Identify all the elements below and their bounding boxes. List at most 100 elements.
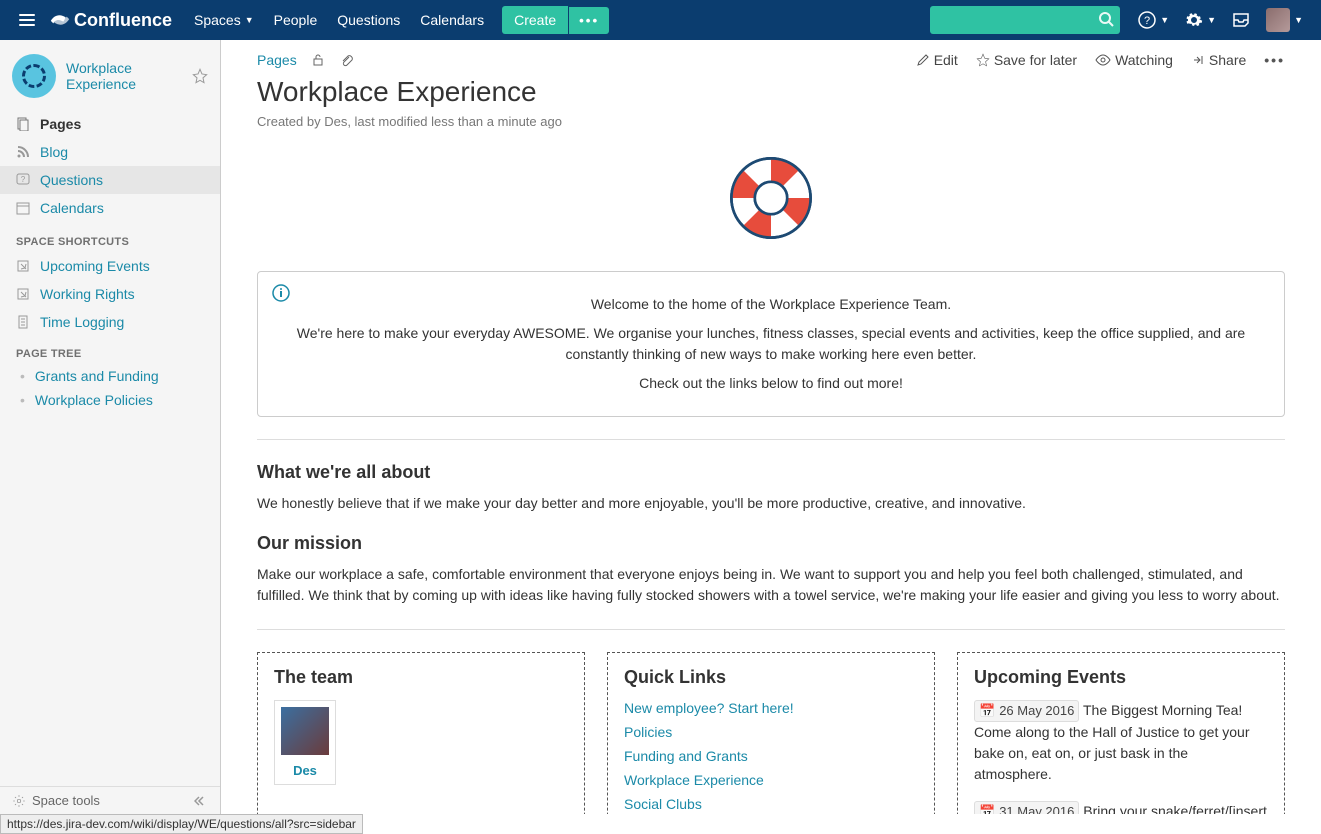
about-heading: What we're all about — [257, 462, 1285, 483]
nav-questions[interactable]: Questions — [327, 2, 410, 38]
event-item: 📅26 May 2016 The Biggest Morning Tea! Co… — [974, 700, 1268, 785]
rss-icon — [16, 145, 34, 159]
sidebar-item-calendars[interactable]: Calendars — [0, 194, 220, 222]
nav-people[interactable]: People — [264, 2, 328, 38]
edit-button[interactable]: Edit — [916, 52, 958, 68]
pagetree-item-policies[interactable]: Workplace Policies — [0, 388, 220, 412]
caret-down-icon: ▼ — [245, 15, 254, 25]
confluence-logo[interactable]: Confluence — [50, 10, 172, 31]
quick-link[interactable]: Funding and Grants — [624, 748, 748, 764]
question-icon: ? — [16, 173, 34, 187]
panel-heading: The team — [274, 667, 568, 688]
sidebar-item-label: Upcoming Events — [40, 258, 150, 274]
space-name-link[interactable]: Workplace Experience — [66, 60, 192, 92]
caret-down-icon: ▼ — [1207, 15, 1216, 25]
mission-heading: Our mission — [257, 533, 1285, 554]
search-icon[interactable] — [1098, 11, 1114, 27]
event-date-badge[interactable]: 📅31 May 2016 — [974, 801, 1079, 814]
pagetree-item-grants[interactable]: Grants and Funding — [0, 364, 220, 388]
sidebar-pagetree-heading: PAGE TREE — [0, 336, 220, 364]
browser-status-bar: https://des.jira-dev.com/wiki/display/WE… — [0, 814, 363, 834]
search-input[interactable] — [930, 6, 1120, 34]
team-avatar — [281, 707, 329, 755]
divider — [257, 629, 1285, 630]
pagetree-label: Grants and Funding — [35, 368, 159, 384]
sidebar-shortcut-timelog[interactable]: Time Logging — [0, 308, 220, 336]
quick-links-list: New employee? Start here! Policies Fundi… — [624, 700, 918, 812]
space-logo[interactable] — [12, 54, 56, 98]
quick-link[interactable]: Social Clubs — [624, 796, 702, 812]
quick-link[interactable]: Policies — [624, 724, 672, 740]
sidebar-shortcuts-heading: SPACE SHORTCUTS — [0, 224, 220, 252]
pages-icon — [16, 117, 34, 131]
sidebar-item-questions[interactable]: ? Questions — [0, 166, 220, 194]
help-icon[interactable]: ? ▼ — [1130, 5, 1177, 35]
search-container — [930, 6, 1120, 34]
quick-link[interactable]: New employee? Start here! — [624, 700, 794, 716]
lifebuoy-icon — [257, 153, 1285, 243]
app-switcher-icon[interactable] — [10, 5, 44, 35]
team-member-name[interactable]: Des — [281, 763, 329, 778]
save-for-later-button[interactable]: Save for later — [976, 52, 1077, 68]
divider — [257, 439, 1285, 440]
share-button[interactable]: Share — [1191, 52, 1246, 68]
caret-down-icon: ▼ — [1294, 15, 1303, 25]
user-avatar[interactable]: ▼ — [1258, 2, 1311, 38]
sidebar-shortcut-rights[interactable]: Working Rights — [0, 280, 220, 308]
info-panel: Welcome to the home of the Workplace Exp… — [257, 271, 1285, 417]
panels-row: The team Des Quick Links New employee? S… — [257, 652, 1285, 814]
more-actions-button[interactable]: ••• — [1264, 52, 1285, 68]
event-item: 📅31 May 2016 Bring your snake/ferret/[in… — [974, 801, 1268, 814]
calendar-icon: 📅 — [979, 802, 995, 814]
sidebar-shortcut-upcoming[interactable]: Upcoming Events — [0, 252, 220, 280]
about-body: We honestly believe that if we make your… — [257, 493, 1285, 515]
shortcut-icon — [16, 259, 34, 273]
eye-icon — [1095, 53, 1111, 67]
create-more-button[interactable]: ••• — [569, 7, 609, 34]
quick-link[interactable]: Workplace Experience — [624, 772, 764, 788]
sidebar-item-label: Time Logging — [40, 314, 124, 330]
info-line: Welcome to the home of the Workplace Exp… — [276, 294, 1266, 315]
restrictions-unlocked-icon[interactable] — [311, 53, 325, 67]
caret-down-icon: ▼ — [1160, 15, 1169, 25]
create-button[interactable]: Create — [502, 6, 568, 34]
sidebar-item-pages[interactable]: Pages — [0, 110, 220, 138]
space-tools-link[interactable]: Space tools — [32, 793, 100, 808]
collapse-sidebar-icon[interactable] — [194, 794, 208, 808]
gear-icon[interactable] — [12, 794, 26, 808]
page-content: Pages Edit Save for later Watching Share… — [221, 40, 1321, 814]
page-byline: Created by Des, last modified less than … — [257, 114, 1285, 129]
panel-heading: Quick Links — [624, 667, 918, 688]
info-line: Check out the links below to find out mo… — [276, 373, 1266, 394]
page-actions: Edit Save for later Watching Share ••• — [916, 52, 1285, 68]
nav-calendars[interactable]: Calendars — [410, 2, 494, 38]
sidebar-item-label: Questions — [40, 172, 103, 188]
notifications-tray-icon[interactable] — [1224, 5, 1258, 35]
event-date-badge[interactable]: 📅26 May 2016 — [974, 700, 1079, 722]
mission-body: Make our workplace a safe, comfortable e… — [257, 564, 1285, 607]
sidebar-footer: Space tools — [0, 786, 220, 814]
page-title: Workplace Experience — [257, 76, 1285, 108]
sidebar-item-label: Calendars — [40, 200, 104, 216]
watch-button[interactable]: Watching — [1095, 52, 1173, 68]
breadcrumb-pages[interactable]: Pages — [257, 52, 297, 68]
sidebar-item-blog[interactable]: Blog — [0, 138, 220, 166]
sidebar-item-label: Pages — [40, 116, 81, 132]
star-icon[interactable] — [192, 68, 208, 84]
settings-gear-icon[interactable]: ▼ — [1177, 5, 1224, 35]
nav-spaces[interactable]: Spaces▼ — [184, 2, 264, 38]
info-icon — [272, 284, 290, 302]
page-icon — [16, 315, 34, 329]
panel-heading: Upcoming Events — [974, 667, 1268, 688]
pagetree-label: Workplace Policies — [35, 392, 153, 408]
sidebar-item-label: Working Rights — [40, 286, 135, 302]
global-header: Confluence Spaces▼ People Questions Cale… — [0, 0, 1321, 40]
space-header: Workplace Experience — [0, 40, 220, 108]
team-member-card[interactable]: Des — [274, 700, 336, 785]
space-sidebar: Workplace Experience Pages Blog ? Questi… — [0, 40, 221, 814]
svg-text:?: ? — [21, 175, 26, 184]
calendar-icon — [16, 201, 34, 215]
info-line: We're here to make your everyday AWESOME… — [276, 323, 1266, 365]
attachments-icon[interactable] — [339, 53, 353, 67]
sidebar-item-label: Blog — [40, 144, 68, 160]
